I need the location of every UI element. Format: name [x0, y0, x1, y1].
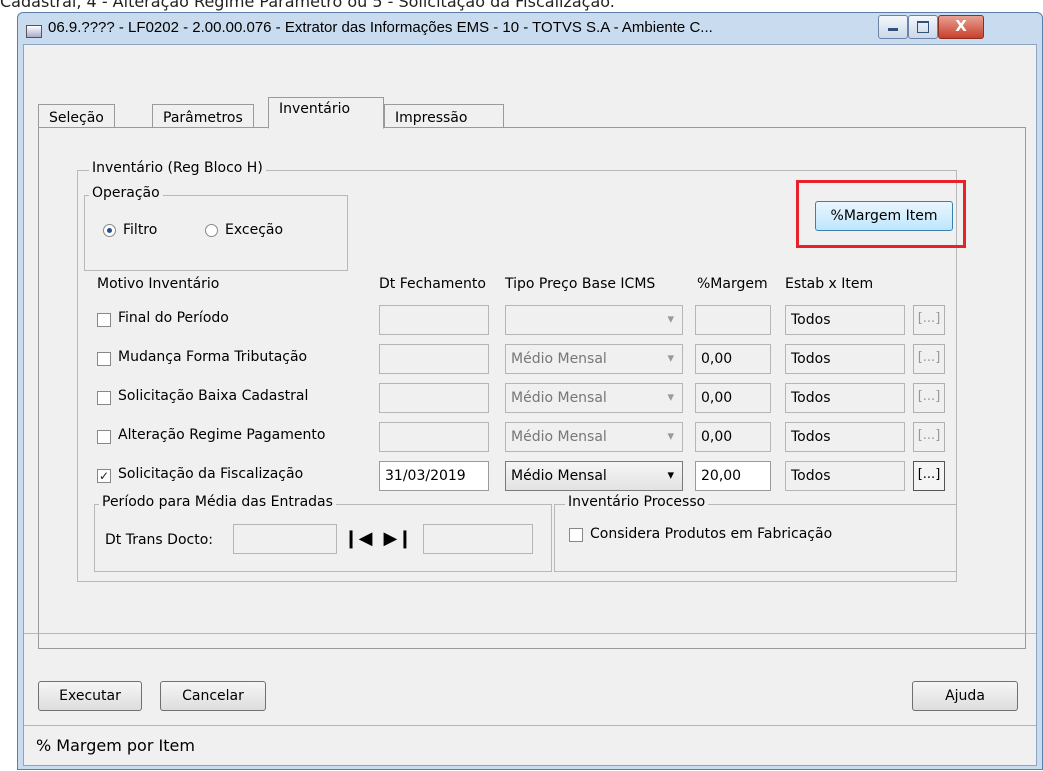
checkbox-final-periodo[interactable] — [97, 313, 111, 327]
ajuda-button[interactable]: Ajuda — [912, 681, 1018, 711]
maximize-button[interactable] — [908, 15, 938, 39]
tab-parametros[interactable]: Parâmetros — [152, 104, 254, 128]
operacao-title: Operação — [89, 185, 163, 201]
tipo-preco-select: Médio Mensal — [505, 422, 683, 452]
estab-zoom-button: [...] — [913, 305, 945, 335]
checkbox-solicitacao-baixa[interactable] — [97, 391, 111, 405]
margem-field: 0,00 — [695, 383, 771, 413]
minimize-icon — [888, 28, 898, 31]
label-solicitacao-fiscalizacao: Solicitação da Fiscalização — [118, 466, 304, 482]
checkmark-icon: ✓ — [98, 469, 110, 483]
checkbox-mudanca-forma[interactable] — [97, 352, 111, 366]
separator — [24, 633, 1036, 634]
estab-field: Todos — [785, 422, 905, 452]
header-margem: %Margem — [697, 276, 768, 292]
close-icon: X — [955, 17, 967, 35]
dt-trans-end-field — [423, 524, 533, 554]
dt-fechamento-field — [379, 305, 489, 335]
label-mudanca-forma: Mudança Forma Tributação — [118, 349, 308, 365]
tab-label: Seleção — [49, 110, 104, 126]
excecao-label: Exceção — [225, 222, 284, 238]
margem-field: 0,00 — [695, 344, 771, 374]
processo-title: Inventário Processo — [565, 494, 709, 510]
cancelar-button[interactable]: Cancelar — [160, 681, 266, 711]
dt-trans-start-field — [233, 524, 337, 554]
dt-fechamento-field — [379, 422, 489, 452]
estab-zoom-button[interactable]: [...] — [913, 461, 945, 491]
filtro-label: Filtro — [123, 222, 158, 238]
background-caption: Cadastral, 4 - Alteração Regime Parâmetr… — [0, 0, 615, 11]
inventario-group-title: Inventário (Reg Bloco H) — [89, 160, 266, 176]
label-final-periodo: Final do Período — [118, 310, 229, 326]
filtro-radio[interactable] — [103, 224, 116, 237]
excecao-radio[interactable] — [205, 224, 218, 237]
tab-selecao[interactable]: Seleção — [38, 104, 115, 128]
label-considera-produtos: Considera Produtos em Fabricação — [590, 526, 833, 542]
dt-fechamento-field[interactable]: 31/03/2019 — [379, 461, 489, 491]
maximize-icon — [917, 21, 929, 33]
tab-label: Inventário — [279, 101, 351, 117]
margem-field — [695, 305, 771, 335]
margem-item-button[interactable]: %Margem Item — [815, 201, 953, 231]
close-button[interactable]: X — [938, 15, 984, 39]
tab-impressao[interactable]: Impressão — [384, 104, 504, 128]
header-tipo-preco: Tipo Preço Base ICMS — [505, 276, 656, 292]
header-dt-fechamento: Dt Fechamento — [379, 276, 486, 292]
header-estab: Estab x Item — [785, 276, 874, 292]
estab-zoom-button: [...] — [913, 344, 945, 374]
margem-field[interactable]: 20,00 — [695, 461, 771, 491]
dt-fechamento-field — [379, 383, 489, 413]
tipo-preco-select[interactable]: Médio Mensal — [505, 461, 683, 491]
label-alteracao-regime: Alteração Regime Pagamento — [118, 427, 326, 443]
checkbox-alteracao-regime[interactable] — [97, 430, 111, 444]
estab-field: Todos — [785, 344, 905, 374]
estab-field: Todos — [785, 461, 905, 491]
header-motivo: Motivo Inventário — [97, 276, 220, 292]
minimize-button[interactable] — [878, 15, 908, 39]
tipo-preco-select — [505, 305, 683, 335]
tab-label: Parâmetros — [163, 110, 243, 126]
main-window: 06.9.???? - LF0202 - 2.00.00.076 - Extra… — [17, 12, 1043, 770]
estab-field: Todos — [785, 305, 905, 335]
checkbox-solicitacao-fiscalizacao[interactable]: ✓ — [97, 469, 111, 483]
tab-inventario[interactable]: Inventário — [268, 97, 384, 129]
estab-zoom-button: [...] — [913, 422, 945, 452]
tipo-preco-select: Médio Mensal — [505, 344, 683, 374]
periodo-title: Período para Média das Entradas — [99, 494, 336, 510]
label-solicitacao-baixa: Solicitação Baixa Cadastral — [118, 388, 309, 404]
estab-field: Todos — [785, 383, 905, 413]
tab-panel-inventario: Inventário (Reg Bloco H) Operação Filtro… — [38, 127, 1026, 649]
app-icon — [26, 25, 42, 38]
status-bar: % Margem por Item — [24, 725, 1036, 763]
margem-field: 0,00 — [695, 422, 771, 452]
tipo-preco-select: Médio Mensal — [505, 383, 683, 413]
dt-trans-docto-label: Dt Trans Docto: — [105, 532, 213, 548]
tab-label: Impressão — [395, 110, 468, 126]
executar-button[interactable]: Executar — [38, 681, 142, 711]
last-icon[interactable]: ▶❙ — [383, 524, 413, 554]
first-icon[interactable]: ❙◀ — [343, 524, 373, 554]
dt-fechamento-field — [379, 344, 489, 374]
checkbox-considera-produtos[interactable] — [569, 528, 583, 542]
window-client-area: Seleção Parâmetros Inventário Impressão … — [23, 44, 1037, 766]
window-title: 06.9.???? - LF0202 - 2.00.00.076 - Extra… — [48, 19, 713, 36]
estab-zoom-button: [...] — [913, 383, 945, 413]
